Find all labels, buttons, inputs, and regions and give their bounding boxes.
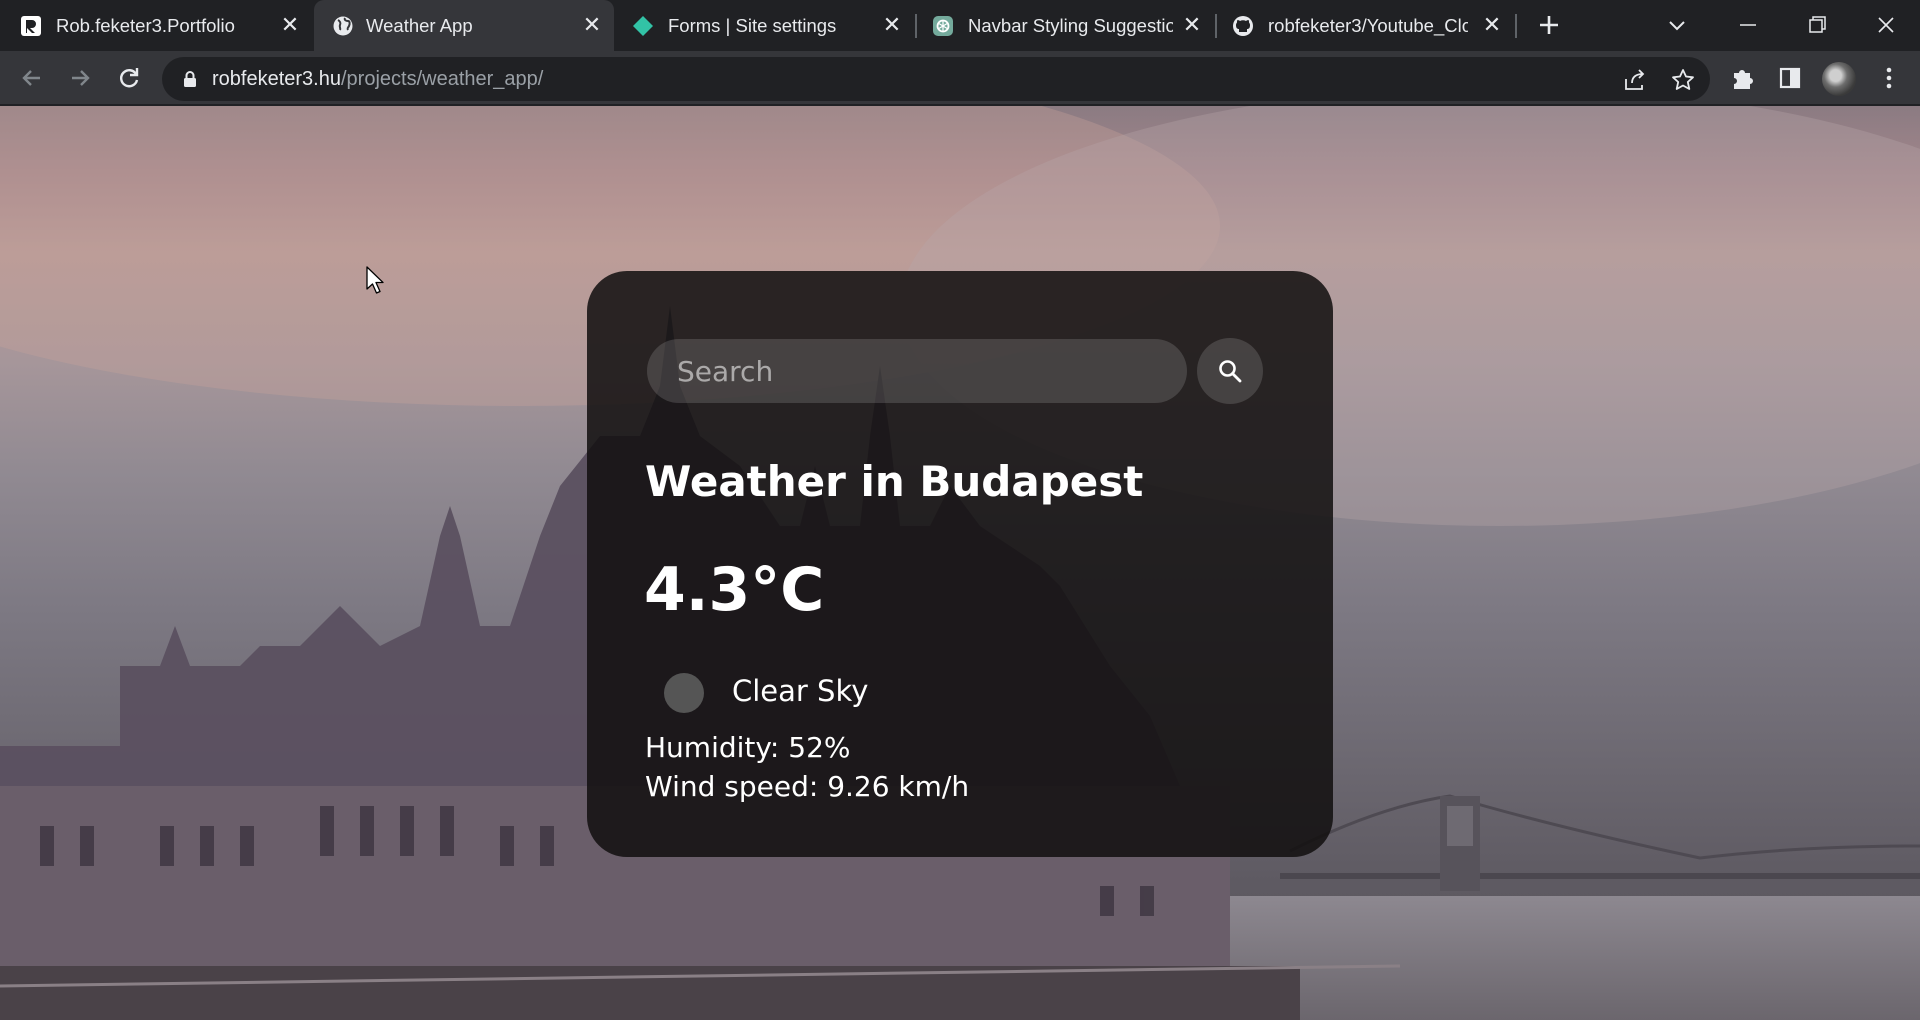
- new-tab-plus-icon[interactable]: [1534, 10, 1564, 40]
- temperature-value: 4.3°C: [644, 555, 825, 625]
- globe-icon: [333, 16, 353, 36]
- browser-toolbar: robfeketer3.hu/projects/weather_app/: [0, 51, 1920, 105]
- forward-arrow-icon[interactable]: [64, 62, 96, 94]
- weather-card: Weather in Budapest 4.3°C Clear Sky Humi…: [587, 271, 1333, 857]
- city-heading: Weather in Budapest: [645, 457, 1144, 506]
- weather-description: Clear Sky: [732, 674, 869, 708]
- reload-icon[interactable]: [113, 62, 145, 94]
- url-path: /projects/weather_app/: [340, 68, 544, 90]
- url-text[interactable]: robfeketer3.hu/projects/weather_app/: [212, 68, 543, 91]
- humidity-readout: Humidity: 52%: [645, 731, 851, 764]
- tab-title: Weather App: [366, 15, 473, 36]
- close-tab-icon[interactable]: ✕: [278, 13, 302, 37]
- wind-speed-readout: Wind speed: 9.26 km/h: [645, 770, 970, 803]
- tab-search-chevron-icon[interactable]: [1664, 12, 1690, 38]
- bookmark-star-icon[interactable]: [1670, 67, 1696, 93]
- close-tab-icon[interactable]: ✕: [580, 13, 604, 37]
- url-host: robfeketer3.hu: [212, 68, 341, 90]
- close-tab-icon[interactable]: ✕: [1180, 13, 1204, 37]
- more-menu-icon[interactable]: [1874, 63, 1904, 93]
- tab-weather-app[interactable]: Weather App ✕: [314, 0, 614, 51]
- tab-strip: Rob.feketer3.Portfolio ✕ Weather App ✕ F…: [0, 0, 1920, 51]
- lock-icon[interactable]: [182, 70, 198, 88]
- side-panel-icon[interactable]: [1775, 63, 1805, 93]
- close-tab-icon[interactable]: ✕: [1480, 13, 1504, 37]
- tab-navbar-styling[interactable]: Navbar Styling Suggestion ✕: [918, 0, 1218, 51]
- search-button[interactable]: [1197, 338, 1263, 404]
- tab-separator: [1215, 14, 1217, 38]
- share-icon[interactable]: [1622, 67, 1648, 93]
- tab-youtube-clone-repo[interactable]: robfeketer3/Youtube_Clone ✕: [1218, 0, 1518, 51]
- profile-avatar[interactable]: [1822, 62, 1856, 96]
- restore-window-icon[interactable]: [1797, 8, 1837, 42]
- tab-title: Navbar Styling Suggestion: [968, 15, 1173, 36]
- minimize-window-icon[interactable]: [1728, 8, 1768, 42]
- mouse-cursor-icon: [366, 266, 384, 294]
- tab-portfolio[interactable]: Rob.feketer3.Portfolio ✕: [0, 0, 310, 51]
- search-icon: [1219, 360, 1242, 383]
- github-icon: [1233, 16, 1253, 36]
- search-input[interactable]: [647, 339, 1187, 403]
- close-window-icon[interactable]: [1866, 8, 1906, 42]
- netlify-diamond-icon: [633, 16, 653, 36]
- extensions-puzzle-icon[interactable]: [1728, 63, 1758, 93]
- tab-separator: [1515, 14, 1517, 38]
- chatgpt-icon: [933, 16, 953, 36]
- back-arrow-icon[interactable]: [16, 62, 48, 94]
- tab-forms-site-settings[interactable]: Forms | Site settings ✕: [618, 0, 918, 51]
- close-tab-icon[interactable]: ✕: [880, 13, 904, 37]
- tab-title: Forms | Site settings: [668, 15, 837, 36]
- r-logo-icon: [21, 16, 41, 36]
- page-viewport: Weather in Budapest 4.3°C Clear Sky Humi…: [0, 106, 1920, 1020]
- tab-title: robfeketer3/Youtube_Clone: [1268, 15, 1468, 36]
- tab-title: Rob.feketer3.Portfolio: [56, 15, 235, 36]
- tab-separator: [915, 14, 917, 38]
- weather-condition-icon: [664, 673, 704, 713]
- address-bar[interactable]: robfeketer3.hu/projects/weather_app/: [162, 57, 1710, 101]
